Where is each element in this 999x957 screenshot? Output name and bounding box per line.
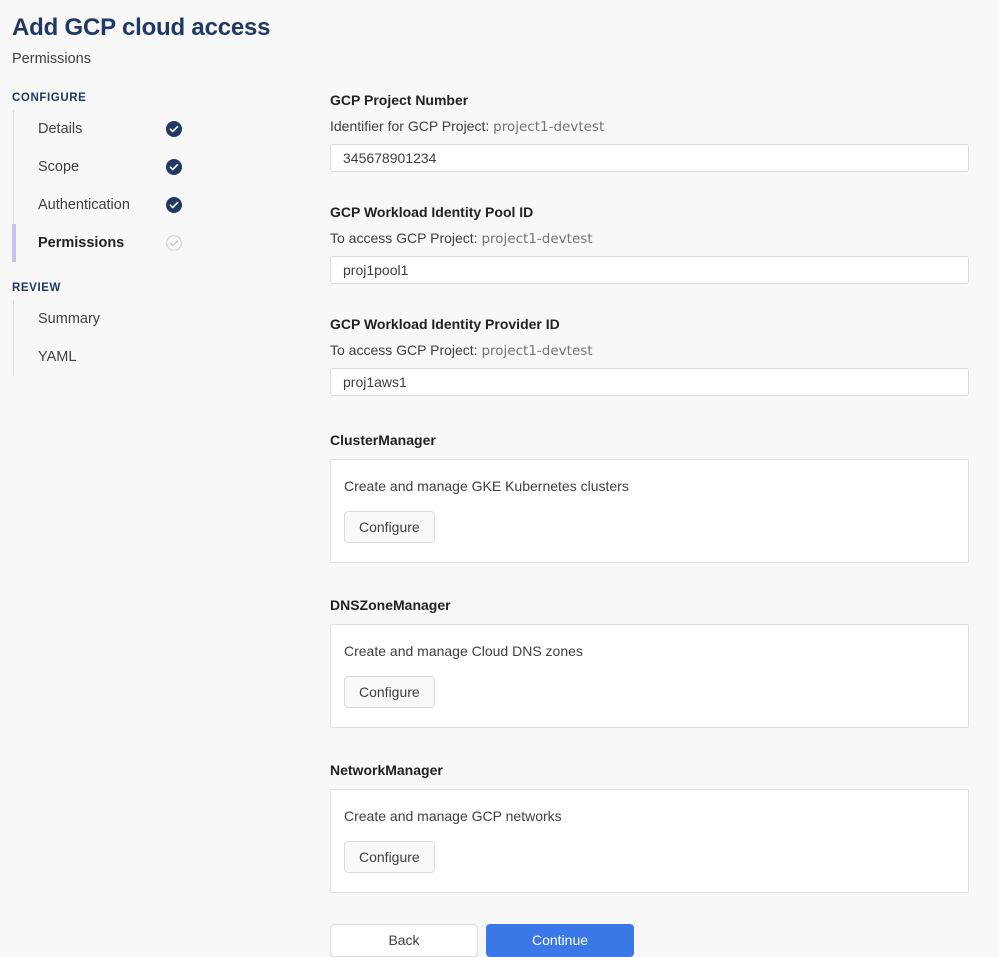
permission-cluster-manager: ClusterManager Create and manage GKE Kub…	[330, 432, 995, 563]
sidebar-item-label: YAML	[38, 348, 77, 365]
field-help-prefix: To access GCP Project:	[330, 341, 478, 358]
sidebar-item-permissions[interactable]: Permissions	[12, 223, 330, 262]
permission-card: Create and manage GCP networks Configure	[330, 788, 969, 893]
gcp-project-number-input[interactable]	[330, 143, 969, 172]
field-help: Identifier for GCP Project: project1-dev…	[330, 118, 995, 135]
page-title: Add GCP cloud access	[12, 14, 271, 41]
sidebar-section-title-review: REVIEW	[12, 281, 61, 294]
sidebar-item-label: Scope	[38, 158, 80, 175]
check-filled-icon	[166, 196, 182, 213]
field-help-prefix: Identifier for GCP Project:	[330, 117, 490, 134]
workload-identity-provider-id-input[interactable]	[330, 367, 969, 396]
project-name: project1-devtest	[481, 342, 593, 359]
field-help: To access GCP Project: project1-devtest	[330, 230, 995, 247]
permission-description: Create and manage GCP networks	[344, 807, 562, 824]
sidebar-item-details[interactable]: Details	[14, 110, 330, 148]
continue-button[interactable]: Continue	[486, 923, 634, 957]
configure-button[interactable]: Configure	[344, 675, 435, 708]
field-help: To access GCP Project: project1-devtest	[330, 342, 995, 359]
permission-card: Create and manage Cloud DNS zones Config…	[330, 623, 969, 728]
permission-description: Create and manage Cloud DNS zones	[344, 642, 583, 659]
permission-title: ClusterManager	[330, 431, 436, 448]
sidebar-group-configure: Details Scope Authentication Permissions	[12, 109, 330, 262]
status-placeholder	[166, 311, 182, 327]
sidebar-item-label: Authentication	[38, 196, 130, 213]
sidebar-item-scope[interactable]: Scope	[14, 148, 330, 186]
sidebar-item-summary[interactable]: Summary	[14, 300, 330, 338]
sidebar-section-configure: CONFIGURE Details Scope Authentication P…	[12, 92, 330, 262]
check-outline-icon	[166, 234, 182, 251]
project-name: project1-devtest	[481, 230, 593, 247]
field-help-prefix: To access GCP Project:	[330, 229, 478, 246]
field-label: GCP Workload Identity Provider ID	[330, 315, 560, 332]
permissions-form: GCP Project Number Identifier for GCP Pr…	[330, 67, 999, 957]
field-workload-identity-pool-id: GCP Workload Identity Pool ID To access …	[330, 204, 995, 284]
permission-title: NetworkManager	[330, 761, 443, 778]
page-layout: CONFIGURE Details Scope Authentication P…	[0, 67, 999, 957]
sidebar-item-label: Details	[38, 120, 83, 137]
back-button[interactable]: Back	[330, 923, 478, 957]
page-header: Add GCP cloud access Permissions	[0, 0, 999, 67]
permission-card: Create and manage GKE Kubernetes cluster…	[330, 458, 969, 563]
sidebar-group-review: Summary YAML	[13, 299, 330, 376]
sidebar-item-yaml[interactable]: YAML	[14, 338, 330, 376]
permission-dns-zone-manager: DNSZoneManager Create and manage Cloud D…	[330, 597, 995, 728]
page-subtitle: Permissions	[12, 50, 91, 67]
permission-title: DNSZoneManager	[330, 596, 451, 613]
wizard-actions: Back Continue	[330, 923, 995, 957]
configure-button[interactable]: Configure	[344, 840, 435, 873]
active-rail	[12, 223, 16, 262]
sidebar-item-label: Summary	[38, 310, 101, 327]
sidebar-item-label: Permissions	[38, 234, 125, 251]
workload-identity-pool-id-input[interactable]	[330, 255, 969, 284]
wizard-sidebar: CONFIGURE Details Scope Authentication P…	[0, 67, 330, 376]
field-workload-identity-provider-id: GCP Workload Identity Provider ID To acc…	[330, 316, 995, 396]
permission-network-manager: NetworkManager Create and manage GCP net…	[330, 762, 995, 893]
check-filled-icon	[166, 158, 182, 175]
project-name: project1-devtest	[493, 118, 605, 135]
field-gcp-project-number: GCP Project Number Identifier for GCP Pr…	[330, 92, 995, 172]
sidebar-section-review: REVIEW Summary YAML	[12, 282, 330, 376]
field-label: GCP Project Number	[330, 91, 469, 108]
status-placeholder	[166, 349, 182, 365]
configure-button[interactable]: Configure	[344, 510, 435, 543]
check-filled-icon	[166, 120, 182, 137]
field-label: GCP Workload Identity Pool ID	[330, 203, 534, 220]
sidebar-section-title-configure: CONFIGURE	[12, 91, 87, 104]
sidebar-item-authentication[interactable]: Authentication	[14, 186, 330, 224]
permission-description: Create and manage GKE Kubernetes cluster…	[344, 477, 629, 494]
